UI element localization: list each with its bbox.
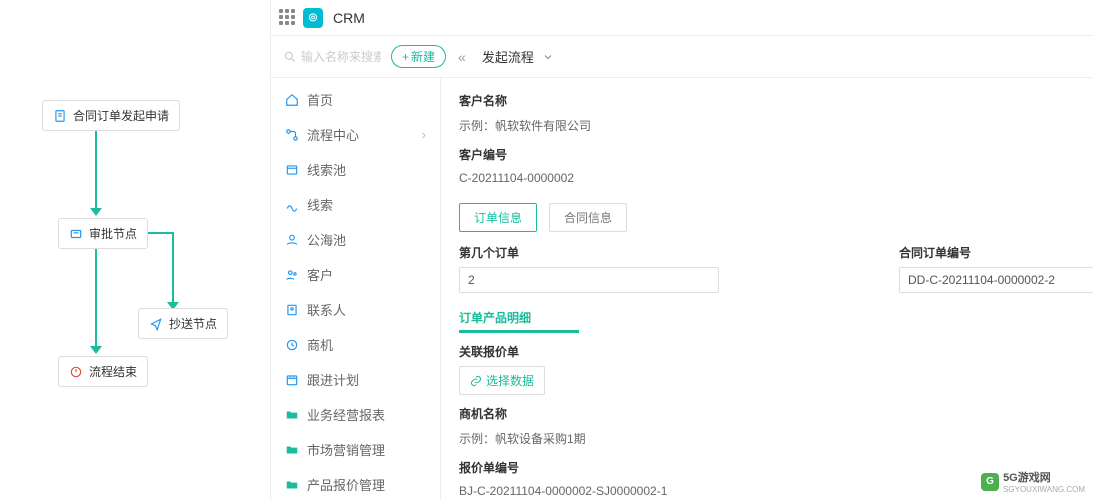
doc-icon	[53, 109, 67, 123]
plan-icon	[285, 373, 299, 387]
topbar: ◎ CRM	[271, 0, 1093, 36]
sidebar-item-label: 产品报价管理	[307, 475, 385, 494]
section-order-products: 订单产品明细	[459, 309, 1093, 326]
contact-icon	[285, 303, 299, 317]
app-title: CRM	[333, 10, 365, 26]
input-order-seq[interactable]: 2	[459, 267, 719, 293]
chevron-right-icon: ›	[422, 127, 426, 142]
folder-icon	[285, 478, 299, 492]
search-box[interactable]	[283, 50, 383, 64]
sidebar-item-label: 市场营销管理	[307, 440, 385, 459]
sidebar-item-label: 流程中心	[307, 125, 359, 144]
flow-node-start[interactable]: 合同订单发起申请	[42, 100, 180, 131]
label-customer-name: 客户名称	[459, 92, 1093, 109]
sidebar: 首页 流程中心 › 线索池 线索 公海池 客户 联系人 商机 跟进计划 业务经营报…	[271, 78, 441, 500]
value-opp-name: 示例：帆软设备采购1期	[459, 428, 1093, 449]
sidebar-item-plan[interactable]: 跟进计划	[271, 362, 440, 397]
approve-icon	[69, 227, 83, 241]
tab-order-info[interactable]: 订单信息	[459, 203, 537, 232]
sidebar-item-label: 客户	[307, 265, 333, 284]
apps-grid-icon[interactable]	[279, 9, 297, 27]
value-customer-name: 示例：帆软软件有限公司	[459, 115, 1093, 136]
flow-node-label: 抄送节点	[169, 315, 217, 332]
folder-icon	[285, 443, 299, 457]
sidebar-item-label: 跟进计划	[307, 370, 359, 389]
flow-node-label: 流程结束	[89, 363, 137, 380]
collapse-toggle[interactable]: «	[454, 49, 470, 65]
home-icon	[285, 93, 299, 107]
customer-icon	[285, 268, 299, 282]
sidebar-item-label: 线索池	[307, 160, 346, 179]
search-icon	[283, 50, 297, 64]
sidebar-item-label: 公海池	[307, 230, 346, 249]
send-icon	[149, 317, 163, 331]
select-data-label: 选择数据	[486, 372, 534, 389]
sidebar-item-marketing[interactable]: 市场营销管理	[271, 432, 440, 467]
opportunity-icon	[285, 338, 299, 352]
label-rel-quote: 关联报价单	[459, 343, 1093, 360]
link-icon	[470, 375, 482, 387]
sidebar-item-opportunity[interactable]: 商机	[271, 327, 440, 362]
sidebar-item-quote[interactable]: 产品报价管理	[271, 467, 440, 500]
sidebar-item-label: 商机	[307, 335, 333, 354]
breadcrumb[interactable]: 发起流程	[482, 47, 554, 66]
search-input[interactable]	[301, 50, 381, 64]
sidebar-item-customer[interactable]: 客户	[271, 257, 440, 292]
flow-node-end[interactable]: 流程结束	[58, 356, 148, 387]
sidebar-item-report[interactable]: 业务经营报表	[271, 397, 440, 432]
lead-icon	[285, 198, 299, 212]
flow-node-cc[interactable]: 抄送节点	[138, 308, 228, 339]
toolbar-row: + 新建 « 发起流程	[271, 36, 1093, 78]
sidebar-item-contact[interactable]: 联系人	[271, 292, 440, 327]
folder-icon	[285, 408, 299, 422]
watermark-url: SGYOUXIWANG.COM	[1003, 485, 1085, 494]
section-underline	[459, 330, 579, 333]
chevron-down-icon	[542, 51, 554, 63]
sidebar-item-sea[interactable]: 公海池	[271, 222, 440, 257]
flow-node-approve[interactable]: 审批节点	[58, 218, 148, 249]
label-order-code: 合同订单编号	[899, 244, 1093, 261]
workflow-diagram: 合同订单发起申请 审批节点 抄送节点 流程结束	[0, 0, 270, 500]
label-order-seq: 第几个订单	[459, 244, 719, 261]
label-opp-name: 商机名称	[459, 405, 1093, 422]
watermark-icon: G	[981, 473, 999, 491]
input-order-code[interactable]: DD-C-20211104-0000002-2	[899, 267, 1093, 293]
sidebar-item-home[interactable]: 首页	[271, 82, 440, 117]
form-area: 客户名称 示例：帆软软件有限公司 客户编号 C-20211104-0000002…	[441, 78, 1093, 500]
pool-icon	[285, 163, 299, 177]
sea-icon	[285, 233, 299, 247]
sidebar-item-label: 线索	[307, 195, 333, 214]
flow-node-label: 合同订单发起申请	[73, 107, 169, 124]
flow-icon	[285, 128, 299, 142]
watermark: G 5G游戏网 SGYOUXIWANG.COM	[981, 469, 1085, 494]
flow-node-label: 审批节点	[89, 225, 137, 242]
breadcrumb-label: 发起流程	[482, 47, 534, 66]
sidebar-item-flow[interactable]: 流程中心 ›	[271, 117, 440, 152]
sidebar-item-lead[interactable]: 线索	[271, 187, 440, 222]
label-customer-code: 客户编号	[459, 146, 1093, 163]
sidebar-item-lead-pool[interactable]: 线索池	[271, 152, 440, 187]
value-customer-code: C-20211104-0000002	[459, 169, 1093, 187]
new-button-label: 新建	[411, 48, 435, 65]
new-button[interactable]: + 新建	[391, 45, 446, 68]
watermark-brand: 5G游戏网	[1003, 469, 1085, 485]
sidebar-item-label: 联系人	[307, 300, 346, 319]
sidebar-item-label: 首页	[307, 90, 333, 109]
select-data-button[interactable]: 选择数据	[459, 366, 545, 395]
sidebar-item-label: 业务经营报表	[307, 405, 385, 424]
tab-contract-info[interactable]: 合同信息	[549, 203, 627, 232]
power-icon	[69, 365, 83, 379]
crm-app-icon: ◎	[303, 8, 323, 28]
